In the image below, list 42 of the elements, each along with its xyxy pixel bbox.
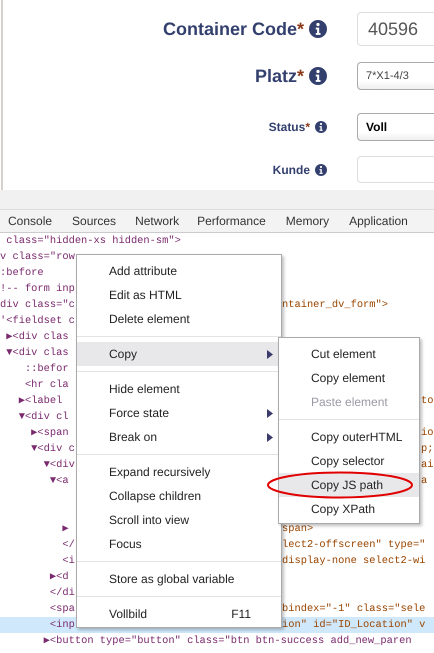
code-fragment: to bbox=[421, 394, 434, 409]
code-fragment: a bbox=[421, 474, 428, 489]
code-fragment: ai bbox=[421, 458, 434, 473]
code-fragment: span> bbox=[282, 522, 314, 537]
code-line: <i bbox=[61, 554, 76, 569]
code-line: <hr cla bbox=[24, 378, 70, 393]
code-line: ▶<d bbox=[48, 570, 70, 585]
code-fragment: ntainer_dv_form"> bbox=[282, 298, 390, 313]
field-label: Platz bbox=[254, 64, 297, 88]
code-line: ::befor bbox=[24, 362, 70, 377]
required-mark: * bbox=[296, 18, 304, 40]
code-line: :before bbox=[0, 266, 45, 281]
code-line: ▼<div c bbox=[30, 442, 76, 457]
code-fragment: bindex="-1" class="sele bbox=[282, 602, 426, 617]
code-line: ▶<div clas bbox=[5, 330, 70, 345]
code-line: ▼<div clas bbox=[5, 346, 70, 361]
code-line: ▼<a bbox=[48, 474, 70, 489]
code-fragment: io bbox=[421, 426, 434, 441]
required-mark: * bbox=[296, 64, 304, 88]
required-mark: * bbox=[305, 119, 310, 136]
code-line: v class="row bbox=[0, 250, 76, 265]
code-line: ▶ bbox=[61, 522, 70, 537]
code-line: ▼<div cl bbox=[18, 410, 70, 425]
code-fragment: lect2-offscreen" type=" bbox=[282, 538, 426, 553]
code-line: <inp bbox=[48, 618, 76, 633]
code-line: ▶<label bbox=[18, 394, 64, 409]
code-line: </di bbox=[48, 586, 76, 601]
code-line: ▼<div bbox=[42, 458, 76, 473]
code-line: '<fieldset c bbox=[0, 314, 76, 329]
code-line: ▶<button type="button" class="btn btn-success add_new_paren bbox=[42, 635, 412, 647]
field-label: Kunde bbox=[272, 162, 310, 178]
code-fragment: display-none select2-wi bbox=[282, 554, 426, 569]
code-line: <spa bbox=[48, 602, 76, 617]
code-line: class="hidden-xs hidden-sm"> bbox=[5, 235, 181, 247]
field-label: Status bbox=[268, 119, 306, 136]
code-line: !-- form inp bbox=[0, 282, 76, 297]
code-line: ▶<span bbox=[30, 426, 70, 441]
field-label: Container Code bbox=[162, 18, 297, 40]
code-fragment: ion" id="ID_Location" v bbox=[282, 618, 426, 633]
code-line: </ bbox=[61, 538, 76, 553]
code-fragment: p; bbox=[421, 442, 434, 457]
code-line: div class="c bbox=[0, 298, 76, 313]
